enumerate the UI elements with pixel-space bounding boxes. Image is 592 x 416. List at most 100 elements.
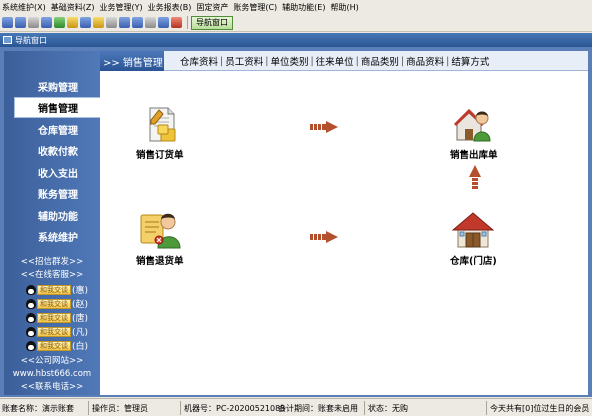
qq-icon bbox=[26, 298, 36, 309]
status-machine: 机器号：PC-20200521085 bbox=[184, 404, 286, 413]
sidebar-item-purchase[interactable]: 采购管理 bbox=[14, 76, 102, 97]
link-product-data[interactable]: 商品资料 bbox=[406, 54, 444, 68]
window-icon bbox=[3, 36, 12, 44]
sidebar: 采购管理 销售管理 仓库管理 收款付款 收入支出 账务管理 辅助功能 系统维护 … bbox=[4, 51, 102, 395]
sales-order-icon bbox=[149, 107, 176, 142]
menu-base-data[interactable]: 基础资料(Z) bbox=[51, 2, 95, 13]
status-divider bbox=[486, 401, 487, 415]
link-warehouse-data[interactable]: 仓库资料 bbox=[180, 54, 218, 68]
list-icon[interactable] bbox=[15, 17, 26, 28]
help-icon[interactable] bbox=[158, 17, 169, 28]
menu-bar: 系统维护(X) 基础资料(Z) 业务管理(Y) 业务报表(B) 固定资产 账务管… bbox=[0, 0, 592, 14]
link-staff-data[interactable]: 员工资料 bbox=[225, 54, 263, 68]
menu-accounting[interactable]: 账务管理(C) bbox=[233, 2, 277, 13]
status-bar: 账套名称：演示账套 操作员：管理员 机器号：PC-20200521085 会计期… bbox=[0, 398, 592, 416]
qq-chat-tag: 和我交谈 bbox=[37, 326, 71, 337]
sales-outbound-node[interactable]: 销售出库单 bbox=[450, 107, 498, 161]
qq-contact[interactable]: 和我交谈 (凡) bbox=[26, 326, 89, 338]
qq-contact-name: (凡) bbox=[72, 328, 89, 338]
website-link[interactable]: www.hbst666.com bbox=[4, 368, 100, 381]
sidebar-item-income-expense[interactable]: 收入支出 bbox=[14, 162, 102, 183]
sidebar-item-system[interactable]: 系统维护 bbox=[14, 226, 102, 247]
website-header: <<公司网站>> bbox=[20, 356, 84, 366]
qq-chat-tag: 和我交谈 bbox=[37, 298, 71, 309]
exit-icon[interactable] bbox=[171, 17, 182, 28]
qq-contact-name: (白) bbox=[72, 342, 89, 352]
sales-order-node[interactable]: 销售订货单 bbox=[136, 107, 184, 161]
arrow-right-icon bbox=[310, 121, 338, 133]
qq-chat-tag: 和我交谈 bbox=[37, 312, 71, 323]
status-divider bbox=[88, 401, 89, 415]
sales-order-label: 销售订货单 bbox=[136, 150, 184, 161]
link-settlement-method[interactable]: 结算方式 bbox=[451, 54, 489, 68]
tools-icon[interactable] bbox=[106, 17, 117, 28]
sales-management-panel: >> 销售管理 仓库资料 | 员工资料 | 单位类别 | 往来单位 | 商品类别 | 商品… bbox=[100, 51, 588, 395]
sales-return-node[interactable]: 销售退货单 bbox=[136, 211, 184, 267]
status-period: 会计期间：账套未启用 bbox=[278, 404, 358, 413]
arrow-up-icon bbox=[469, 165, 481, 189]
qq-chat-tag: 和我交谈 bbox=[37, 284, 71, 295]
online-service-header: <<在线客服>> bbox=[20, 270, 84, 280]
qq-contact[interactable]: 和我交谈 (唐) bbox=[26, 312, 89, 324]
nav-window-title: 导航窗口 bbox=[15, 35, 47, 45]
sidebar-item-warehouse[interactable]: 仓库管理 bbox=[14, 119, 102, 140]
qq-contact[interactable]: 和我交谈 (白) bbox=[26, 340, 89, 352]
warehouse-icon bbox=[452, 212, 495, 248]
sidebar-item-accounting[interactable]: 账务管理 bbox=[14, 183, 102, 204]
warehouse-node[interactable]: 仓库(门店) bbox=[450, 211, 497, 267]
qq-icon bbox=[26, 340, 36, 351]
folder-icon[interactable] bbox=[93, 17, 104, 28]
link-partners[interactable]: 往来单位 bbox=[316, 54, 354, 68]
status-account: 账套名称：演示账套 bbox=[2, 404, 74, 413]
sales-return-label: 销售退货单 bbox=[136, 256, 184, 267]
section-title: >> 销售管理 bbox=[100, 51, 164, 71]
sidebar-item-auxiliary[interactable]: 辅助功能 bbox=[14, 205, 102, 226]
window-icon[interactable] bbox=[2, 17, 13, 28]
calculator-icon[interactable] bbox=[54, 17, 65, 28]
qq-chat-tag: 和我交谈 bbox=[37, 340, 71, 351]
qq-contact-name: (唐) bbox=[72, 314, 89, 324]
qq-contact[interactable]: 和我交谈 (赵) bbox=[26, 298, 89, 310]
qq-icon bbox=[26, 312, 36, 323]
quick-links: 仓库资料 | 员工资料 | 单位类别 | 往来单位 | 商品类别 | 商品资料 | 结算方式 bbox=[180, 54, 490, 69]
status-state: 状态：无购 bbox=[368, 404, 408, 413]
sidebar-item-receipts-payments[interactable]: 收款付款 bbox=[14, 140, 102, 161]
menu-business[interactable]: 业务管理(Y) bbox=[99, 2, 142, 13]
money-icon[interactable] bbox=[67, 17, 78, 28]
users-icon[interactable] bbox=[80, 17, 91, 28]
qq-contact-name: (惠) bbox=[72, 286, 89, 296]
qq-icon bbox=[26, 326, 36, 337]
sales-outbound-icon bbox=[453, 108, 491, 142]
qq-contact-name: (赵) bbox=[72, 300, 89, 310]
nav-window-button[interactable]: 导航窗口 bbox=[191, 15, 233, 30]
status-operator: 操作员：管理员 bbox=[92, 404, 148, 413]
menu-auxiliary[interactable]: 辅助功能(E) bbox=[282, 2, 325, 13]
link-unit-category[interactable]: 单位类别 bbox=[270, 54, 308, 68]
toolbar-divider bbox=[187, 16, 188, 29]
menu-help[interactable]: 帮助(H) bbox=[330, 2, 358, 13]
qq-icon bbox=[26, 284, 36, 295]
sales-outbound-label: 销售出库单 bbox=[450, 150, 498, 161]
qq-contact[interactable]: 和我交谈 (惠) bbox=[26, 284, 89, 296]
nav-window-titlebar: 导航窗口 bbox=[0, 33, 592, 47]
toolbar: 导航窗口 bbox=[0, 14, 592, 32]
menu-fixed-assets[interactable]: 固定资产 bbox=[196, 2, 228, 13]
status-birthday: 今天共有[0]位过生日的会员 bbox=[490, 404, 590, 413]
status-divider bbox=[364, 401, 365, 415]
save-icon[interactable] bbox=[132, 17, 143, 28]
menu-reports[interactable]: 业务报表(B) bbox=[148, 2, 192, 13]
warehouse-label: 仓库(门店) bbox=[450, 256, 497, 267]
print-icon[interactable] bbox=[145, 17, 156, 28]
table-icon[interactable] bbox=[41, 17, 52, 28]
menu-system-maintenance[interactable]: 系统维护(X) bbox=[2, 2, 46, 13]
nav-window: 采购管理 销售管理 仓库管理 收款付款 收入支出 账务管理 辅助功能 系统维护 … bbox=[0, 47, 592, 397]
link-product-category[interactable]: 商品类别 bbox=[361, 54, 399, 68]
recruit-link[interactable]: <<招信群发>> bbox=[4, 256, 100, 269]
status-divider bbox=[180, 401, 181, 415]
sidebar-item-sales[interactable]: 销售管理 bbox=[14, 97, 102, 118]
phone-header: <<联系电话>> bbox=[20, 382, 84, 392]
sales-return-icon bbox=[140, 213, 181, 249]
document-icon[interactable] bbox=[28, 17, 39, 28]
arrow-right-icon bbox=[310, 231, 338, 243]
mail-icon[interactable] bbox=[119, 17, 130, 28]
